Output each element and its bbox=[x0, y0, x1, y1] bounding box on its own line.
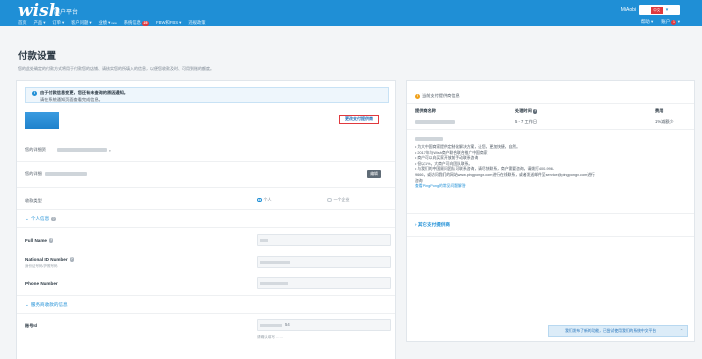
account-id-label: 账号Id bbox=[25, 323, 38, 328]
chevron-down-icon: ▾ bbox=[43, 20, 46, 25]
payment-settings-card: i 由于付款信息变更，您还有未查询的原因通知。 请在系统通知页面查看完成信息。 … bbox=[16, 80, 396, 359]
fee-value: 1%减额少 bbox=[655, 119, 674, 124]
toast-text: 我们发布了新的功能，已尝试使用我们的系统中文平台 bbox=[565, 329, 657, 333]
radio-empty-icon bbox=[327, 197, 332, 203]
redacted-value bbox=[260, 261, 290, 264]
help-menu[interactable]: 帮助 ▾ bbox=[641, 19, 654, 25]
service-info-toggle[interactable]: ⌄ 服务商收款的信息 bbox=[25, 302, 68, 308]
user-name[interactable]: MiAobi bbox=[621, 7, 636, 13]
national-id-hint: 身份证号码/护照号码 bbox=[25, 264, 58, 268]
phone-label: Phone Number bbox=[25, 281, 58, 286]
chevron-down-icon: ▾ bbox=[179, 20, 182, 25]
account-detail-label: 您的详细资 bbox=[25, 147, 46, 152]
info-alert: i 由于付款信息变更，您还有未查询的原因通知。 请在系统通知页面查看完成信息。 bbox=[25, 87, 389, 103]
divider bbox=[407, 129, 694, 130]
national-id-label: National ID Number? bbox=[25, 257, 75, 262]
help-icon[interactable]: ? bbox=[69, 257, 75, 262]
language-selector[interactable]: 中文 ▾ bbox=[639, 5, 680, 15]
portal-title: 商户平台 bbox=[54, 10, 79, 16]
chevron-down-icon: ▾ bbox=[665, 7, 669, 13]
radio-company[interactable]: 一个企业 bbox=[327, 197, 350, 203]
top-navigation-bar: wish 商户平台 首页 产品 ▾ 订单 ▾ 客户问题 ▾ 业绩 ▾ new 系统信息 25… bbox=[0, 0, 702, 26]
divider bbox=[17, 209, 395, 210]
feature-toast[interactable]: 我们发布了新的功能，已尝试使用我们的系统中文平台 ⌃ bbox=[548, 325, 688, 337]
chevron-right-icon: › bbox=[415, 222, 417, 227]
chevron-up-icon[interactable]: ⌃ bbox=[680, 326, 683, 336]
redacted-detail bbox=[45, 172, 87, 176]
page-title: 付款设置 bbox=[18, 51, 57, 62]
nav-policy[interactable]: 违规政策 bbox=[188, 20, 205, 26]
faq-link[interactable]: 查看PingPong的常见问题解答 bbox=[415, 184, 691, 190]
chevron-down-icon: ▾ bbox=[89, 20, 92, 25]
phone-input[interactable] bbox=[257, 277, 391, 289]
divider bbox=[17, 187, 395, 188]
provider-info-title: ! 当前支付提供商信息 bbox=[415, 93, 460, 99]
national-id-input[interactable] bbox=[257, 256, 391, 268]
nav-home[interactable]: 首页 bbox=[18, 20, 27, 26]
redacted-provider-name bbox=[415, 120, 455, 124]
radio-individual[interactable]: 个人 bbox=[257, 197, 272, 203]
info-icon: i bbox=[32, 91, 37, 96]
provider-logo bbox=[25, 112, 59, 129]
nav-fbw-fbs[interactable]: FBW和FBS ▾ bbox=[156, 20, 181, 26]
divider bbox=[17, 161, 395, 162]
alert-line-2: 请在系统通知页面查看完成信息。 bbox=[40, 97, 103, 102]
full-name-input[interactable] bbox=[257, 234, 391, 246]
alert-line-1: 由于付款信息变更，您还有未查询的原因通知。 bbox=[40, 90, 128, 95]
account-id-input[interactable]: 54 bbox=[257, 319, 391, 331]
other-providers-toggle[interactable]: › 其它支付提供商 bbox=[415, 222, 450, 228]
help-icon[interactable]: ? bbox=[51, 216, 56, 222]
current-provider-card: ! 当前支付提供商信息 提供商名称 处理时间 ? 费用 5 - 7 工作日 1%减… bbox=[406, 80, 695, 342]
nav-orders[interactable]: 订单 ▾ bbox=[52, 20, 64, 26]
chevron-down-icon: ▾ bbox=[108, 20, 111, 25]
redacted-value bbox=[260, 282, 288, 285]
message-count-badge: 25 bbox=[141, 20, 149, 26]
account-id-tail: 54 bbox=[285, 322, 290, 327]
provider-description: • 为大中国商家提供定制化解决方案，让您，更加快捷，自然。 • 2017年与Wi… bbox=[415, 145, 691, 190]
new-badge: new bbox=[111, 21, 117, 25]
personal-info-toggle[interactable]: ⌄ 个人信息? bbox=[25, 216, 56, 222]
help-icon[interactable]: ? bbox=[48, 238, 54, 243]
bottom-hint: 请确认填写 …… bbox=[257, 335, 284, 339]
redacted-provider-heading bbox=[415, 137, 443, 141]
nav-system-messages[interactable]: 系统信息 25 bbox=[124, 20, 149, 26]
main-nav: 首页 产品 ▾ 订单 ▾ 客户问题 ▾ 业绩 ▾ new 系统信息 25 FBW和FBS ▾ … bbox=[18, 20, 206, 26]
help-icon[interactable]: ? bbox=[532, 109, 538, 114]
processing-time-value: 5 - 7 工作日 bbox=[515, 119, 538, 124]
redacted-value bbox=[260, 324, 282, 327]
divider bbox=[17, 295, 395, 296]
chevron-down-icon: ⌄ bbox=[25, 216, 29, 221]
edit-button[interactable]: 编辑 bbox=[367, 170, 381, 178]
divider bbox=[407, 103, 694, 104]
chevron-down-icon: ⌄ bbox=[25, 302, 29, 307]
account-alert-badge: 1 bbox=[671, 20, 677, 25]
nav-performance[interactable]: 业绩 ▾ new bbox=[98, 20, 116, 26]
divider bbox=[407, 236, 694, 237]
payee-type-label: 收款类型 bbox=[25, 198, 42, 203]
full-name-label: Full Name? bbox=[25, 238, 54, 243]
china-flag-icon: 中文 bbox=[650, 6, 663, 14]
header-right-links: 帮助 ▾ 账户 1 ▾ bbox=[641, 19, 680, 25]
col-provider-name: 提供商名称 bbox=[415, 108, 436, 113]
change-provider-button[interactable]: 更改支付提供商 bbox=[339, 115, 379, 124]
account-detail-suffix: 。 bbox=[109, 147, 114, 152]
warning-icon: ! bbox=[415, 93, 420, 99]
redacted-value bbox=[260, 239, 268, 242]
redacted-account bbox=[57, 148, 107, 152]
nav-customer-issues[interactable]: 客户问题 ▾ bbox=[71, 20, 91, 26]
page-subtitle: 您的此处确定的付款方式将用于付款您的店铺、请核实您的所填入的信息，以便您收款及时… bbox=[18, 66, 214, 71]
account-menu[interactable]: 账户 1 ▾ bbox=[661, 19, 680, 25]
detail-label: 您的详细 bbox=[25, 171, 42, 176]
divider bbox=[17, 313, 395, 314]
radio-selected-icon bbox=[257, 197, 262, 203]
col-processing-time: 处理时间 ? bbox=[515, 108, 538, 114]
nav-products[interactable]: 产品 ▾ bbox=[34, 20, 46, 26]
divider bbox=[407, 213, 694, 214]
chevron-down-icon: ▾ bbox=[61, 20, 65, 25]
col-fee: 费用 bbox=[655, 108, 664, 113]
divider bbox=[17, 227, 395, 228]
